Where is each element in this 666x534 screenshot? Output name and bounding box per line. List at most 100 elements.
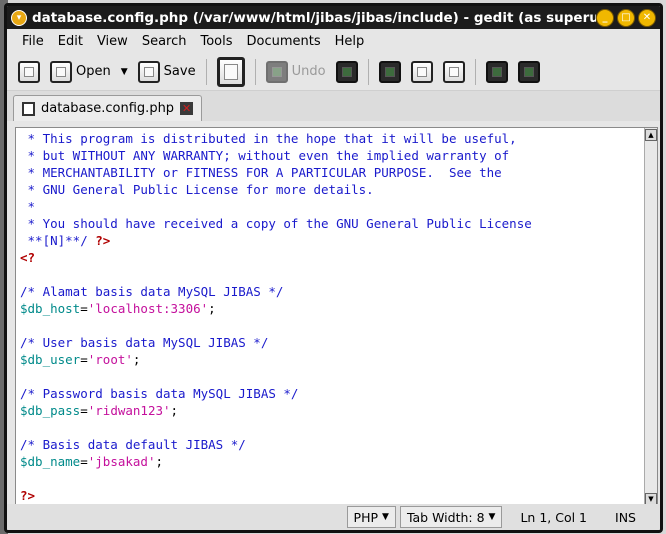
menu-tools[interactable]: Tools: [193, 34, 239, 49]
code-line[interactable]: /* Alamat basis data MySQL JIBAS */: [20, 283, 644, 300]
code-line[interactable]: [20, 470, 644, 487]
code-line[interactable]: [20, 419, 644, 436]
language-label: PHP: [353, 509, 379, 525]
code-line[interactable]: $db_user='root';: [20, 351, 644, 368]
code-line[interactable]: <?: [20, 249, 644, 266]
code-line[interactable]: $db_name='jbsakad';: [20, 453, 644, 470]
chevron-down-icon: ▼: [488, 512, 496, 522]
find-button[interactable]: [483, 59, 511, 85]
code-line[interactable]: [20, 368, 644, 385]
menu-documents[interactable]: Documents: [240, 34, 328, 49]
open-folder-icon: [50, 60, 72, 83]
paste-button[interactable]: [440, 59, 468, 85]
menu-bar: File Edit View Search Tools Documents He…: [7, 29, 660, 53]
code-line[interactable]: **[N]**/ ?>: [20, 232, 644, 249]
code-line[interactable]: $db_pass='ridwan123';: [20, 402, 644, 419]
code-token: 'ridwan123': [87, 403, 171, 418]
code-line[interactable]: * but WITHOUT ANY WARRANTY; without even…: [20, 147, 644, 164]
code-token: =: [80, 301, 88, 316]
save-icon: [137, 60, 160, 83]
code-token: 'jbsakad': [87, 454, 156, 469]
tab-width-label: Tab Width: 8: [406, 509, 485, 525]
code-line[interactable]: *: [20, 198, 644, 215]
vertical-scrollbar[interactable]: ▲ ▼: [644, 128, 657, 506]
cut-icon: [378, 60, 401, 83]
code-token: =: [80, 352, 88, 367]
code-line[interactable]: [20, 317, 644, 334]
scroll-up-icon[interactable]: ▲: [645, 129, 657, 141]
code-line[interactable]: * This program is distributed in the hop…: [20, 130, 644, 147]
tab-database-config[interactable]: database.config.php ✕: [13, 95, 203, 121]
code-token: 'localhost:3306': [87, 301, 209, 316]
code-line[interactable]: /* Basis data default JIBAS */: [20, 436, 644, 453]
open-recent-dropdown[interactable]: ▼: [118, 65, 131, 79]
menu-search[interactable]: Search: [135, 34, 194, 49]
cut-button[interactable]: [376, 59, 404, 85]
replace-icon: [517, 60, 540, 83]
code-line[interactable]: [20, 266, 644, 283]
close-tab-icon[interactable]: ✕: [180, 102, 194, 115]
code-line[interactable]: * You should have received a copy of the…: [20, 215, 644, 232]
gedit-window: ▾ database.config.php (/var/www/html/jib…: [4, 3, 663, 533]
toolbar-separator: [205, 58, 207, 85]
code-editor[interactable]: * This program is distributed in the hop…: [16, 128, 644, 506]
save-label: Save: [163, 64, 196, 79]
code-token: /* Password basis data MySQL JIBAS */: [20, 386, 299, 401]
window-menu-icon[interactable]: ▾: [11, 9, 27, 26]
title-bar[interactable]: ▾ database.config.php (/var/www/html/jib…: [7, 6, 660, 29]
code-token: ;: [155, 454, 164, 469]
code-line[interactable]: * MERCHANTABILITY or FITNESS FOR A PARTI…: [20, 164, 644, 181]
redo-button[interactable]: [333, 59, 361, 85]
code-token: ;: [170, 403, 179, 418]
code-token: ?>: [95, 233, 111, 248]
open-button[interactable]: Open: [47, 59, 114, 85]
undo-label: Undo: [291, 64, 326, 79]
code-token: ;: [132, 352, 141, 367]
language-selector[interactable]: PHP ▼: [346, 506, 396, 528]
close-button[interactable]: ✕: [638, 8, 656, 27]
copy-icon: [410, 60, 433, 83]
code-token: <?: [20, 250, 36, 265]
code-token: =: [80, 454, 88, 469]
print-button[interactable]: [214, 55, 248, 89]
code-token: * You should have received a copy of the…: [20, 216, 532, 231]
code-token: **[N]**/: [20, 233, 96, 248]
code-line[interactable]: $db_host='localhost:3306';: [20, 300, 644, 317]
redo-icon: [335, 60, 358, 83]
code-token: * GNU General Public License for more de…: [20, 182, 374, 197]
code-token: /* User basis data MySQL JIBAS */: [20, 335, 269, 350]
editor-area: * This program is distributed in the hop…: [15, 127, 658, 507]
new-button[interactable]: [15, 59, 43, 85]
code-token: ?>: [20, 488, 36, 503]
code-token: ;: [208, 301, 216, 316]
code-token: $db_user: [20, 352, 81, 367]
copy-button[interactable]: [408, 59, 436, 85]
code-token: $db_name: [20, 454, 81, 469]
menu-help[interactable]: Help: [328, 34, 372, 49]
menu-edit[interactable]: Edit: [51, 34, 90, 49]
code-line[interactable]: ?>: [20, 487, 644, 504]
window-title: database.config.php (/var/www/html/jibas…: [32, 9, 596, 26]
menu-file[interactable]: File: [15, 34, 51, 49]
code-token: /* Alamat basis data MySQL JIBAS */: [20, 284, 284, 299]
maximize-button[interactable]: □: [617, 8, 635, 27]
toolbar: Open ▼ Save Undo: [7, 53, 660, 91]
code-line[interactable]: * GNU General Public License for more de…: [20, 181, 644, 198]
find-icon: [485, 60, 508, 83]
cursor-position: Ln 1, Col 1: [520, 509, 588, 525]
tab-width-selector[interactable]: Tab Width: 8 ▼: [399, 506, 503, 528]
code-line[interactable]: /* Password basis data MySQL JIBAS */: [20, 385, 644, 402]
open-label: Open: [76, 64, 111, 79]
menu-view[interactable]: View: [90, 34, 135, 49]
undo-button[interactable]: Undo: [263, 59, 329, 85]
new-document-icon: [18, 60, 40, 83]
minimize-button[interactable]: _: [596, 8, 614, 27]
replace-button[interactable]: [515, 59, 543, 85]
document-icon: [22, 101, 35, 116]
insert-mode: INS: [615, 509, 636, 525]
toolbar-separator: [474, 58, 476, 85]
save-button[interactable]: Save: [135, 59, 199, 85]
code-line[interactable]: /* User basis data MySQL JIBAS */: [20, 334, 644, 351]
tab-bar: database.config.php ✕: [7, 91, 660, 121]
toolbar-separator: [367, 58, 369, 85]
